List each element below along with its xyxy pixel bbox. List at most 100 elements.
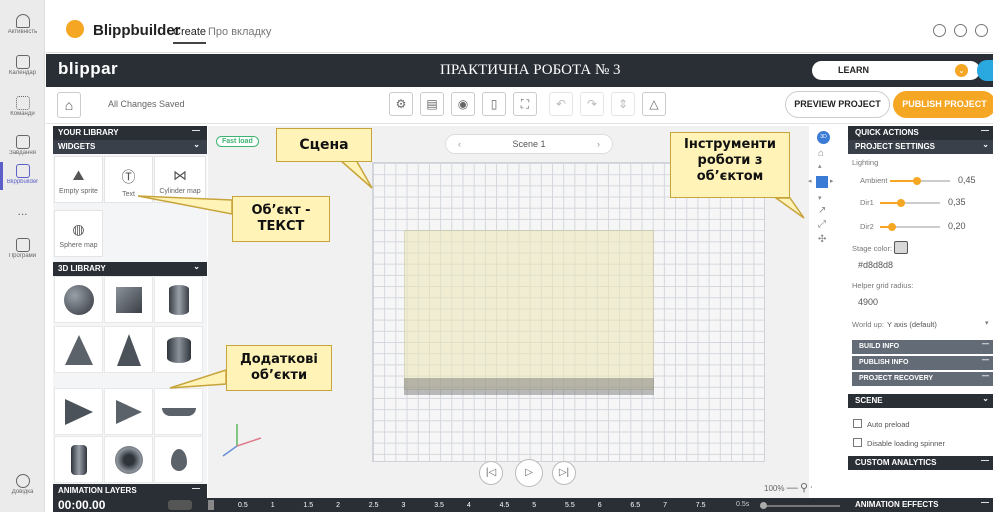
quick-actions-header[interactable]: QUICK ACTIONS — xyxy=(848,126,993,140)
rail-activity[interactable]: Активність xyxy=(0,14,45,35)
fullscreen-button[interactable]: ⛶ xyxy=(513,92,537,116)
shape-cylinder[interactable] xyxy=(154,276,203,323)
grid-radius-value[interactable]: 4900 xyxy=(858,297,878,307)
zoom-out-icon[interactable]: — xyxy=(787,482,798,494)
library-button[interactable]: ▤ xyxy=(420,92,444,116)
shape-capsule[interactable] xyxy=(54,436,103,483)
settings-button[interactable]: ⚙ xyxy=(389,92,413,116)
shape-tube[interactable] xyxy=(154,326,203,373)
ambient-slider[interactable] xyxy=(890,177,950,185)
preview-project-button[interactable]: PREVIEW PROJECT xyxy=(785,91,890,118)
arrow-right-icon[interactable]: ▸ xyxy=(830,177,834,185)
widget-sphere-map[interactable]: ◍ Sphere map xyxy=(54,210,103,257)
search-icon[interactable]: ⚲ xyxy=(800,482,808,494)
chevron-down-icon[interactable]: ⌄ xyxy=(982,394,989,403)
collapse-icon[interactable]: — xyxy=(981,456,989,465)
animation-effects-header[interactable]: ANIMATION EFFECTS — xyxy=(848,498,993,512)
stage-color-swatch[interactable] xyxy=(894,241,908,254)
chevron-down-icon[interactable]: ⌄ xyxy=(193,140,200,149)
rail-help[interactable]: Довідка xyxy=(0,474,45,495)
refresh-icon[interactable] xyxy=(954,24,967,37)
play-button[interactable]: ▷ xyxy=(515,459,543,487)
collapse-icon[interactable]: — xyxy=(982,341,989,348)
timeline-collapse-button[interactable] xyxy=(168,500,192,510)
shape-pyramid[interactable] xyxy=(104,326,153,373)
slider-knob[interactable] xyxy=(888,223,896,231)
auto-preload-checkbox[interactable] xyxy=(853,419,862,428)
build-info-header[interactable]: BUILD INFO — xyxy=(852,340,993,354)
tab-about[interactable]: Про вкладку xyxy=(208,26,271,38)
rail-blippbuilder[interactable]: Blippbuilder xyxy=(0,162,45,190)
arrow-left-icon[interactable]: ◂ xyxy=(808,177,812,185)
skip-forward-button[interactable]: ▷| xyxy=(552,461,576,485)
skip-back-button[interactable]: |◁ xyxy=(479,461,503,485)
screenshot-button[interactable]: ◉ xyxy=(451,92,475,116)
timeline-zoom-slider[interactable] xyxy=(760,502,840,509)
widgets-header[interactable]: WIDGETS ⌄ xyxy=(53,140,207,154)
shape-cube[interactable] xyxy=(104,276,153,323)
scene-settings-header[interactable]: SCENE ⌄ xyxy=(848,394,993,408)
dir2-value[interactable]: 0,20 xyxy=(948,221,966,231)
undo-button[interactable]: ↶ xyxy=(549,92,573,116)
dir1-slider[interactable] xyxy=(880,199,940,207)
shape-prism[interactable] xyxy=(54,388,103,435)
slider-knob[interactable] xyxy=(913,177,921,185)
collapse-icon[interactable]: — xyxy=(192,126,200,135)
3d-toggle-icon[interactable]: 3D xyxy=(817,131,830,144)
chevron-down-icon[interactable]: ▾ xyxy=(985,319,989,327)
collapse-icon[interactable]: — xyxy=(982,357,989,364)
3d-library-header[interactable]: 3D LIBRARY ⌄ xyxy=(53,262,207,276)
shape-cone[interactable] xyxy=(54,326,103,373)
shape-sphere[interactable] xyxy=(54,276,103,323)
dir2-slider[interactable] xyxy=(880,223,940,231)
widget-empty-sprite[interactable]: ⛰ Empty sprite xyxy=(54,156,103,203)
pivot-icon[interactable]: ✣ xyxy=(818,234,826,245)
widget-cylinder-map[interactable]: ⋈ Cylinder map xyxy=(154,156,206,203)
playhead[interactable] xyxy=(208,500,214,510)
move-center-icon[interactable] xyxy=(816,176,828,188)
collapse-icon[interactable]: — xyxy=(981,126,989,135)
collapse-icon[interactable]: — xyxy=(981,498,989,507)
tab-create[interactable]: Create xyxy=(173,26,207,44)
chevron-down-icon[interactable]: ⌄ xyxy=(982,140,989,149)
chevron-down-icon[interactable]: ⌄ xyxy=(193,262,200,271)
device-button[interactable]: ▯ xyxy=(482,92,506,116)
chevron-left-icon[interactable]: ‹ xyxy=(458,135,461,153)
redo-button[interactable]: ↷ xyxy=(580,92,604,116)
chevron-down-icon[interactable]: ⌄ xyxy=(955,64,968,77)
world-up-select[interactable]: Y axis (default) xyxy=(887,320,937,329)
scene-image-sprite[interactable] xyxy=(404,230,654,390)
shape-plane[interactable] xyxy=(154,388,203,435)
ambient-value[interactable]: 0,45 xyxy=(958,175,976,185)
arrow-down-icon[interactable]: ▾ xyxy=(818,194,822,202)
rail-assignments[interactable]: Завдання xyxy=(0,135,45,156)
panel-toggle[interactable] xyxy=(977,60,993,81)
widget-text[interactable]: Ⓣ Text xyxy=(104,156,153,203)
custom-analytics-header[interactable]: CUSTOM ANALYTICS — xyxy=(848,456,993,470)
project-settings-header[interactable]: PROJECT SETTINGS ⌄ xyxy=(848,140,993,154)
fast-load-badge[interactable]: Fast load xyxy=(216,136,259,147)
collapse-icon[interactable]: — xyxy=(982,373,989,380)
move-pad[interactable]: ◂ ▸ xyxy=(808,172,834,194)
project-recovery-header[interactable]: PROJECT RECOVERY — xyxy=(852,372,993,386)
scene-selector[interactable]: ‹ Scene 1 › xyxy=(445,134,613,154)
slider-knob[interactable] xyxy=(760,502,767,509)
rotate-icon[interactable]: ↗ xyxy=(818,205,826,216)
rail-apps[interactable]: Програми xyxy=(0,238,45,259)
dir1-value[interactable]: 0,35 xyxy=(948,197,966,207)
animation-layers-header[interactable]: ANIMATION LAYERS — xyxy=(53,484,207,498)
your-library-header[interactable]: YOUR LIBRARY — xyxy=(53,126,207,140)
disable-spinner-checkbox[interactable] xyxy=(853,438,862,447)
rail-calendar[interactable]: Календар xyxy=(0,55,45,76)
alert-button[interactable]: △ xyxy=(642,92,666,116)
scale-icon[interactable]: ⤢ xyxy=(818,219,826,230)
slider-knob[interactable] xyxy=(897,199,905,207)
chevron-right-icon[interactable]: › xyxy=(597,135,600,153)
rail-more[interactable]: ... xyxy=(0,204,45,218)
zoom-control[interactable]: 100% — ⚲ + xyxy=(764,480,817,494)
home-button[interactable]: ⌂ xyxy=(57,92,81,118)
shape-drop[interactable] xyxy=(154,436,203,483)
shape-torus[interactable] xyxy=(104,436,153,483)
arrow-up-icon[interactable]: ▴ xyxy=(818,162,822,170)
move-button[interactable]: ⇕ xyxy=(611,92,635,116)
